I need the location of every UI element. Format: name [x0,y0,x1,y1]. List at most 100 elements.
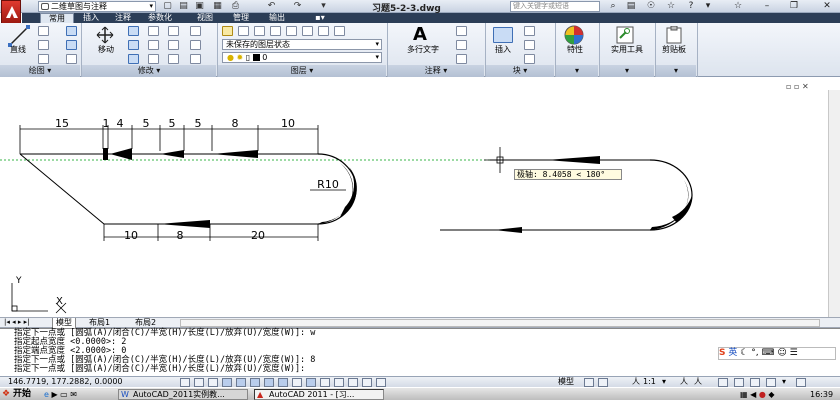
scale-icon[interactable] [148,54,159,64]
layer-previous-icon[interactable] [318,26,329,36]
ribbon-minimize-icon[interactable]: ▪▾ [312,13,328,23]
tray-network-icon[interactable]: ▦ [740,390,748,399]
status-menu-icon[interactable]: ▾ [782,377,786,387]
quick-view-drawings-button[interactable] [598,378,608,387]
snap-mode-button[interactable] [194,378,204,387]
start-button[interactable]: ❖ 开始 [1,389,39,400]
line-button[interactable]: 直线 [2,44,34,55]
trim-icon[interactable] [148,26,159,36]
hardware-acceleration-button[interactable] [750,378,760,387]
erase-icon[interactable] [168,26,179,36]
clipboard-button[interactable]: 剪贴板 [658,44,690,55]
ime-moon-icon[interactable]: ☾ [740,348,748,358]
layer-isolate-icon[interactable] [270,26,281,36]
help-icon[interactable]: ? [684,0,698,12]
draw-panel-label[interactable]: 绘图 ▾ [0,65,80,77]
draw-more-icon[interactable] [66,54,77,64]
tab-model[interactable]: 模型 [52,318,76,328]
tray-shield-icon[interactable]: ◆ [768,390,774,399]
minimize-icon[interactable]: – [760,0,774,12]
tab-layout2[interactable]: 布局2 [132,318,159,328]
drawing-canvas[interactable]: 15 1 4 5 5 5 8 10 10 8 20 R10 Y [0,77,840,317]
grid-display-button[interactable] [208,378,218,387]
annotation-scale-icon[interactable]: 人 [632,377,640,387]
auto-scale-icon[interactable]: 人 [694,377,702,387]
layer-walk-icon[interactable] [334,26,345,36]
properties-button[interactable]: 特性 [558,44,592,55]
polyline-icon[interactable] [38,26,49,36]
print-icon[interactable]: ⎙ [230,1,241,12]
media-player-icon[interactable]: ▶ [51,390,57,399]
modify-panel-label[interactable]: 修改 ▾ [82,65,216,77]
annotation-monitor-button[interactable] [376,378,386,387]
command-prompt-line[interactable]: 指定下一点或 [圆弧(A)/闭合(C)/半宽(H)/长度(L)/放弃(U)/宽度… [14,365,305,374]
layer-freeze-icon[interactable] [238,26,249,36]
ie-icon[interactable]: e [44,390,49,399]
layer-dropdown[interactable]: ● ✹ ▯ 0 ▾ [222,52,382,63]
rotate-icon[interactable] [128,26,139,36]
viewport-minimize-icon[interactable]: ▫ [786,82,791,91]
show-desktop-icon[interactable]: ▭ [60,390,68,399]
tab-output[interactable]: 输出 [264,13,290,23]
linear-dimension-icon[interactable] [456,26,467,36]
lineweight-button[interactable] [320,378,330,387]
favorites-star-icon[interactable]: ☆ [731,0,745,12]
array-icon[interactable] [168,54,179,64]
annotation-visibility-icon[interactable]: 人 [680,377,688,387]
tab-nav-first-icon[interactable]: |◂ ◂ ▸ ▸| [4,318,29,326]
sogou-logo-icon[interactable]: S [719,348,725,358]
rectangle-icon[interactable] [66,26,77,36]
restore-icon[interactable]: ❐ [787,0,801,12]
tray-volume-icon[interactable]: ◀ [750,390,756,399]
taskbar-item-autocad[interactable]: ▲ AutoCAD 2011 - [习... [254,389,384,400]
create-block-icon[interactable] [524,26,535,36]
quick-view-layouts-button[interactable] [584,378,594,387]
mtext-button[interactable]: 多行文字 [395,44,451,55]
help-dropdown-icon[interactable]: ▾ [701,0,715,12]
edit-more-icon[interactable] [190,54,201,64]
tray-antivirus-icon[interactable]: ● [759,390,766,399]
autocad-logo-icon[interactable] [1,0,21,24]
arc-icon[interactable] [38,54,49,64]
tab-view[interactable]: 视图 [192,13,218,23]
annotation-scale-dropdown-icon[interactable]: ▾ [662,377,666,387]
quick-access-menu-icon[interactable]: ▾ [318,1,329,12]
annotation-scale-value[interactable]: 1:1 [643,377,656,387]
open-folder-icon[interactable]: ▤ [178,1,189,12]
tab-home[interactable]: 常用 [40,13,74,23]
transparency-button[interactable] [334,378,344,387]
hatch-icon[interactable] [66,40,77,50]
taskbar-item-word[interactable]: W AutoCAD_2011实例教... [118,389,248,400]
dynamic-input-button[interactable] [306,378,316,387]
subscription-center-icon[interactable]: ▤ [624,0,638,12]
insert-button[interactable]: 插入 [488,44,518,55]
ime-keyboard-icon[interactable]: ⌨ [761,348,774,358]
outlook-icon[interactable]: ✉ [70,390,77,399]
close-icon[interactable]: ✕ [820,0,834,12]
leader-icon[interactable] [456,40,467,50]
isolate-objects-button[interactable] [766,378,776,387]
move-button[interactable]: 移动 [90,44,122,55]
viewport-restore-icon[interactable]: ▫ [794,82,799,91]
block-panel-label[interactable]: 块 ▾ [486,65,554,77]
coordinate-readout[interactable]: 146.7719, 177.2882, 0.0000 [8,377,123,387]
quick-properties-button[interactable] [348,378,358,387]
layer-off-icon[interactable] [302,26,313,36]
viewport-close-icon[interactable]: ✕ [802,82,809,91]
communication-center-icon[interactable]: ☉ [644,0,658,12]
search-input[interactable]: 键入关键字或短语 [510,1,600,12]
offset-icon[interactable] [190,40,201,50]
toolbar-lock-button[interactable] [734,378,744,387]
edit-block-icon[interactable] [524,40,535,50]
mirror-icon[interactable] [148,40,159,50]
explode-icon[interactable] [190,26,201,36]
workspace-dropdown[interactable]: 二维草图与注释 ▾ [38,1,156,12]
undo-icon[interactable]: ↶ [266,1,277,12]
layers-panel-label[interactable]: 图层 ▾ [218,65,386,77]
layer-properties-icon[interactable] [222,26,233,36]
edit-attributes-icon[interactable] [524,54,535,64]
selection-cycling-button[interactable] [362,378,372,387]
layer-match-icon[interactable] [286,26,297,36]
annotation-panel-label[interactable]: 注释 ▾ [388,65,484,77]
vertical-scrollbar[interactable] [828,90,840,318]
